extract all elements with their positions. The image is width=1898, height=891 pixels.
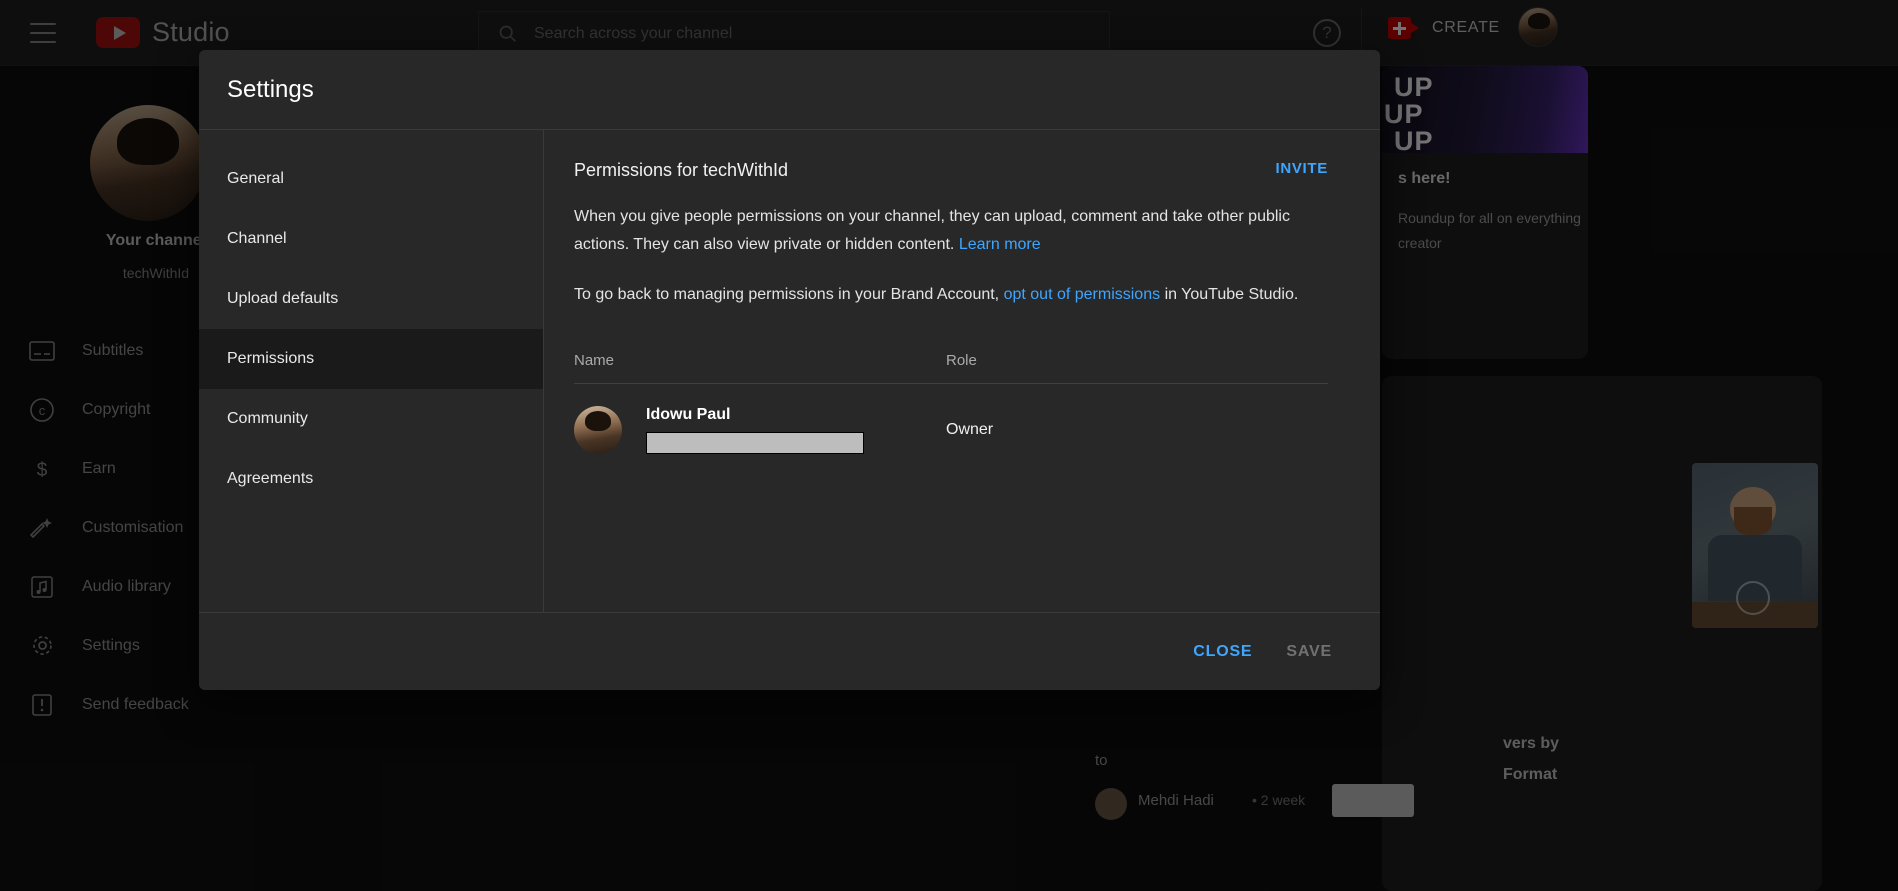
user-meta: Idowu Paul bbox=[646, 406, 864, 454]
settings-nav-general[interactable]: General bbox=[199, 149, 543, 209]
settings-nav-community[interactable]: Community bbox=[199, 389, 543, 449]
close-button[interactable]: CLOSE bbox=[1193, 643, 1252, 661]
page-title: Permissions for techWithId bbox=[574, 160, 788, 181]
settings-nav-channel[interactable]: Channel bbox=[199, 209, 543, 269]
column-header-name: Name bbox=[574, 352, 946, 369]
settings-nav: General Channel Upload defaults Permissi… bbox=[199, 130, 544, 612]
opt-out-text-before: To go back to managing permissions in yo… bbox=[574, 286, 999, 303]
permissions-panel: Permissions for techWithId INVITE When y… bbox=[544, 130, 1380, 612]
settings-nav-permissions[interactable]: Permissions bbox=[199, 329, 543, 389]
dialog-body: General Channel Upload defaults Permissi… bbox=[199, 130, 1380, 612]
description-text: When you give people permissions on your… bbox=[574, 208, 1290, 253]
table-header: Name Role bbox=[574, 352, 1328, 384]
user-name: Idowu Paul bbox=[646, 406, 864, 424]
avatar bbox=[574, 406, 622, 454]
settings-nav-label: Agreements bbox=[227, 470, 313, 488]
learn-more-link[interactable]: Learn more bbox=[959, 236, 1041, 253]
opt-out-description: To go back to managing permissions in yo… bbox=[574, 281, 1328, 309]
settings-nav-label: Channel bbox=[227, 230, 287, 248]
opt-out-link[interactable]: opt out of permissions bbox=[1004, 286, 1161, 303]
dialog-header: Settings bbox=[199, 50, 1380, 130]
dialog-footer: CLOSE SAVE bbox=[199, 612, 1380, 690]
table-cell-role: Owner bbox=[946, 421, 993, 439]
settings-nav-upload-defaults[interactable]: Upload defaults bbox=[199, 269, 543, 329]
table-row[interactable]: Idowu Paul Owner bbox=[574, 384, 1328, 454]
table-cell-name: Idowu Paul bbox=[574, 406, 946, 454]
redacted-email bbox=[646, 432, 864, 454]
settings-nav-label: Upload defaults bbox=[227, 290, 338, 308]
panel-header: Permissions for techWithId INVITE bbox=[574, 160, 1328, 181]
save-button[interactable]: SAVE bbox=[1286, 643, 1332, 661]
settings-dialog: Settings General Channel Upload defaults… bbox=[199, 50, 1380, 690]
app-root: Studio Search across your channel ? CREA… bbox=[0, 0, 1898, 891]
settings-nav-agreements[interactable]: Agreements bbox=[199, 449, 543, 509]
settings-nav-label: General bbox=[227, 170, 284, 188]
permissions-table: Name Role Idowu Paul Owner bbox=[574, 352, 1328, 454]
permissions-description: When you give people permissions on your… bbox=[574, 203, 1328, 259]
settings-nav-label: Community bbox=[227, 410, 308, 428]
settings-nav-label: Permissions bbox=[227, 350, 314, 368]
column-header-role: Role bbox=[946, 352, 977, 369]
dialog-title: Settings bbox=[227, 76, 314, 104]
opt-out-text-after: in YouTube Studio. bbox=[1165, 286, 1299, 303]
invite-button[interactable]: INVITE bbox=[1275, 160, 1328, 177]
